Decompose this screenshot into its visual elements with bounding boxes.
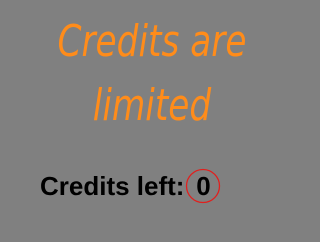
credits-count: 0 xyxy=(196,170,211,201)
game-screen: Credits are limited Credits left: 0 xyxy=(0,0,304,242)
credits-count-highlight: 0 xyxy=(185,168,223,204)
credits-warning-line-2: limited xyxy=(92,80,212,131)
credits-label: Credits left: xyxy=(40,170,185,201)
credits-counter: Credits left: 0 xyxy=(40,166,223,206)
credits-warning-line-1: Credits are xyxy=(57,16,247,67)
